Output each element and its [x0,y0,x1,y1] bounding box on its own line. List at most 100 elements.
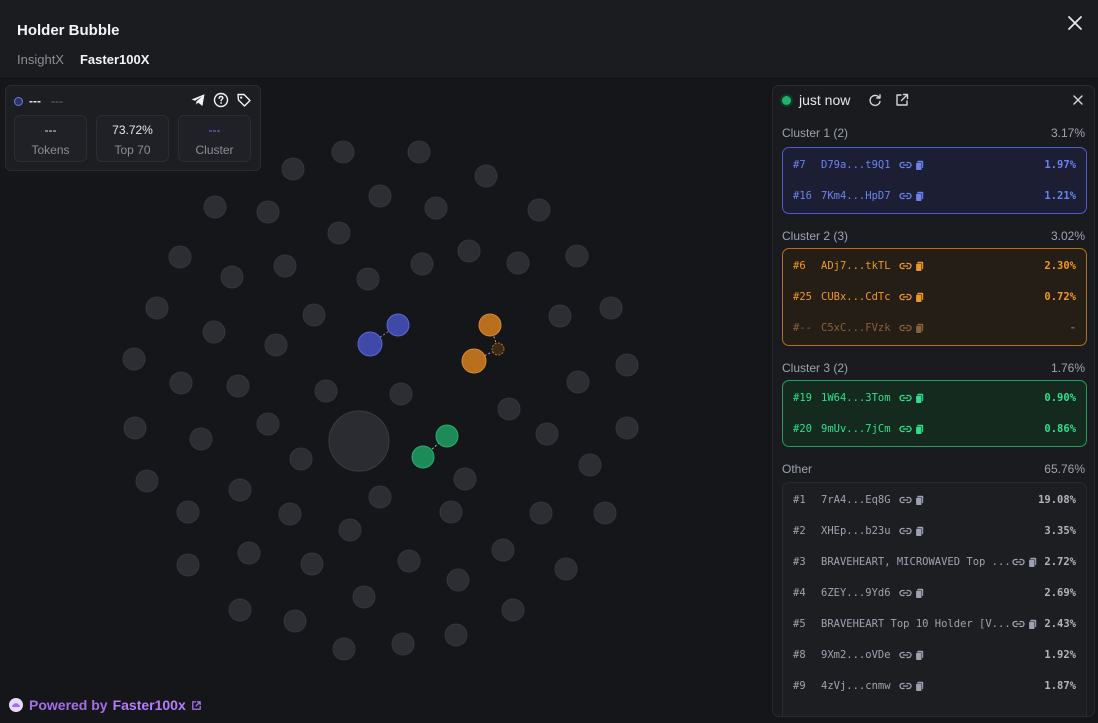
external-link-icon[interactable] [894,92,910,108]
holder-bubble[interactable] [302,303,326,327]
holder-bubble[interactable] [273,254,297,278]
holder-bubble[interactable] [615,416,639,440]
holder-bubble[interactable] [491,538,515,562]
copy-icon[interactable] [915,650,924,661]
holder-bubble[interactable] [331,140,355,164]
copy-icon[interactable] [915,681,924,692]
link-icon[interactable] [899,588,912,598]
holder-bubble[interactable] [237,541,261,565]
holder-row[interactable]: #1 7rA4...Eq8G 19.08% [783,485,1086,515]
cluster2-bubble[interactable] [491,342,505,356]
powered-by[interactable]: Powered by Faster100x [8,697,202,713]
help-icon[interactable] [213,92,229,108]
link-icon[interactable] [899,495,912,505]
holder-address[interactable]: XHEp...b23u [821,525,891,537]
holder-row[interactable]: #5 BRAVEHEART Top 10 Holder [V... 2.43% [783,609,1086,639]
holder-address[interactable]: 9mUv...7jCm [821,423,891,435]
holder-bubble[interactable] [578,453,602,477]
holder-bubble[interactable] [535,422,559,446]
holder-bubble[interactable] [446,568,470,592]
holder-bubble[interactable] [527,198,551,222]
holder-address[interactable]: C5xC...FVzk [821,322,891,334]
holder-row[interactable]: #3 BRAVEHEART, MICROWAVED Top ... 2.72% [783,547,1086,577]
link-icon[interactable] [899,681,912,691]
holder-bubble[interactable] [228,478,252,502]
holder-bubble[interactable] [529,501,553,525]
holder-bubble[interactable] [565,244,589,268]
holder-bubble[interactable] [168,245,192,269]
holder-bubble[interactable] [283,609,307,633]
link-icon[interactable] [899,424,912,434]
holder-address[interactable]: 6ZEY...9Yd6 [821,587,891,599]
holder-bubble[interactable] [264,333,288,357]
copy-icon[interactable] [1028,619,1037,630]
holder-bubble[interactable] [203,195,227,219]
holder-bubble[interactable] [453,467,477,491]
holder-bubble[interactable] [145,296,169,320]
holder-address[interactable]: 7Km4...HpD7 [821,190,891,202]
holder-bubble[interactable] [444,623,468,647]
holder-address[interactable]: BRAVEHEART Top 10 Holder [V... [821,618,1009,630]
link-icon[interactable] [899,160,912,170]
holder-bubble[interactable] [439,500,463,524]
external-link-icon[interactable] [191,700,202,711]
link-icon[interactable] [1012,619,1025,629]
holder-bubble[interactable] [314,379,338,403]
holder-row[interactable]: #25 CUBx...CdTc 0.72% [783,282,1086,312]
holder-row[interactable]: #-- C5xC...FVzk - [783,313,1086,343]
copy-icon[interactable] [915,526,924,537]
holder-row[interactable]: #2 XHEp...b23u 3.35% [783,516,1086,546]
holder-bubble[interactable] [368,184,392,208]
copy-icon[interactable] [915,323,924,334]
holder-address[interactable]: BRAVEHEART, MICROWAVED Top ... [821,556,1009,568]
holder-bubble[interactable] [176,500,200,524]
cluster3-bubble[interactable] [411,445,435,469]
powered-by-brand[interactable]: Faster100x [113,697,186,713]
holder-row[interactable]: #9 4zVj...cnmw 1.87% [783,671,1086,701]
holder-bubble[interactable] [220,265,244,289]
cluster1-bubble[interactable] [357,331,383,357]
cluster1-bubble[interactable] [386,313,410,337]
holder-bubble[interactable] [368,485,392,509]
holder-bubble[interactable] [397,549,421,573]
holder-bubble[interactable] [135,469,159,493]
holder-row[interactable]: #7 D79a...t9Q1 1.97% [783,150,1086,180]
holder-bubble[interactable] [410,252,434,276]
copy-icon[interactable] [915,588,924,599]
link-icon[interactable] [899,393,912,403]
link-icon[interactable] [899,292,912,302]
holder-bubble[interactable] [281,157,305,181]
holder-bubble[interactable] [506,251,530,275]
cluster2-bubble[interactable] [461,348,487,374]
holder-bubble[interactable] [352,585,376,609]
copy-icon[interactable] [915,495,924,506]
copy-icon[interactable] [915,292,924,303]
copy-icon[interactable] [915,160,924,171]
top-holder-bubble[interactable] [328,410,390,472]
holder-row[interactable]: #16 7Km4...HpD7 1.21% [783,181,1086,211]
holder-address[interactable]: D79a...t9Q1 [821,159,891,171]
link-icon[interactable] [899,261,912,271]
link-icon[interactable] [899,191,912,201]
holder-bubble[interactable] [228,598,252,622]
copy-icon[interactable] [915,424,924,435]
holder-bubble[interactable] [501,598,525,622]
holder-bubble[interactable] [548,304,572,328]
close-icon[interactable] [1064,12,1086,34]
holder-bubble[interactable] [332,637,356,661]
holder-bubble[interactable] [256,412,280,436]
holder-bubble[interactable] [356,267,380,291]
holder-row[interactable]: #19 1W64...3Tom 0.90% [783,383,1086,413]
holder-bubble[interactable] [256,200,280,224]
holder-bubble[interactable] [289,447,313,471]
copy-icon[interactable] [915,191,924,202]
copy-icon[interactable] [915,261,924,272]
holder-bubble[interactable] [474,164,498,188]
holder-bubble[interactable] [615,353,639,377]
copy-icon[interactable] [1028,557,1037,568]
holder-address[interactable]: CUBx...CdTc [821,291,891,303]
link-icon[interactable] [1012,557,1025,567]
holder-bubble[interactable] [338,518,362,542]
holder-bubble[interactable] [391,632,415,656]
link-icon[interactable] [899,650,912,660]
